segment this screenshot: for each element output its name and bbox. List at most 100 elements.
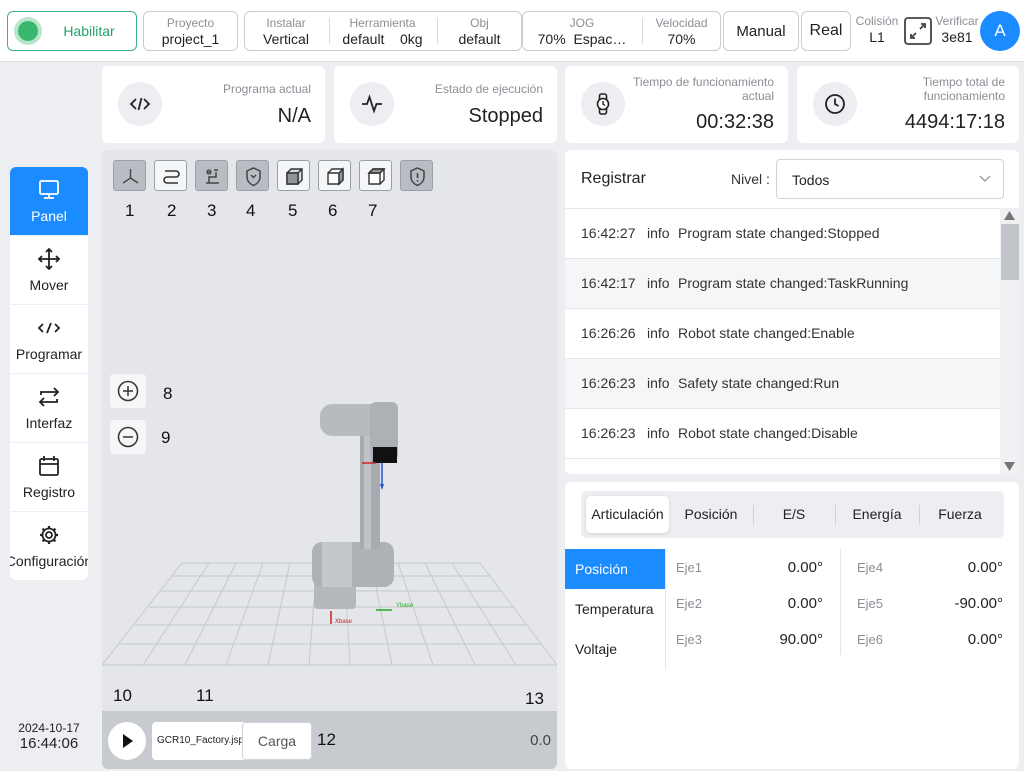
sidebar-item-move[interactable]: Mover <box>10 236 88 305</box>
real-mode-label: Real <box>809 22 843 39</box>
sidebar-item-label: Panel <box>31 208 67 224</box>
enable-button[interactable]: Habilitar <box>7 11 137 51</box>
joint-value: 0.00° <box>787 595 823 612</box>
marker-4: 4 <box>246 201 256 220</box>
program-value: N/A <box>277 105 311 127</box>
shield-icon <box>246 167 261 187</box>
robot-3d-viewer[interactable]: 1 2 3 4 5 6 7 8 9 Ybase Xbase 10 11 13 G… <box>102 150 557 769</box>
sidebar-item-settings[interactable]: Configuración <box>10 512 88 580</box>
install-selector[interactable]: Instalar Vertical <box>245 12 327 50</box>
marker-10: 10 <box>113 686 132 705</box>
avatar[interactable]: A <box>980 11 1020 51</box>
jog-title: JOG <box>569 16 595 30</box>
verify-code[interactable]: Verificar 3e81 <box>934 14 980 45</box>
swap-icon <box>38 387 60 407</box>
verify-value: 3e81 <box>941 29 973 45</box>
runtime-card: Tiempo de funcionamiento actual 00:32:38 <box>565 66 788 143</box>
code-icon <box>37 322 61 334</box>
view-side-button[interactable] <box>318 160 351 191</box>
sidebar-item-label: Interfaz <box>25 415 73 431</box>
obj-title: Obj <box>470 16 489 30</box>
joint-label: Eje1 <box>676 560 703 575</box>
manual-mode-button[interactable]: Manual <box>723 11 799 51</box>
joint-label: Eje3 <box>676 632 703 647</box>
chevron-down-icon <box>979 175 991 182</box>
subtab-position[interactable]: Posición <box>565 549 665 589</box>
tool-selector[interactable]: Herramienta default 0kg <box>330 12 435 50</box>
sidebar-item-interface[interactable]: Interfaz <box>10 374 88 443</box>
log-level: info <box>647 225 670 241</box>
log-message: Robot state changed:Disable <box>678 425 858 441</box>
sidebar-item-program[interactable]: Programar <box>10 305 88 374</box>
move-icon <box>37 248 61 270</box>
robot-scene[interactable]: Ybase Xbase <box>102 380 557 680</box>
jog-selector[interactable]: JOG 70% Espac… <box>523 12 641 50</box>
log-scroll-thumb[interactable] <box>1001 224 1019 280</box>
tab-energy[interactable]: Energía <box>836 496 918 533</box>
view-robot-button[interactable] <box>195 160 228 191</box>
divider <box>665 549 666 669</box>
joint-value: 0.00° <box>967 559 1003 576</box>
level-select[interactable]: Todos <box>776 159 1004 199</box>
level-label: Nivel : <box>731 171 770 187</box>
clock-icon <box>813 82 857 126</box>
collision-level[interactable]: Colisión L1 <box>853 14 901 45</box>
real-mode-button[interactable]: Real <box>801 11 851 51</box>
program-card: Programa actual N/A <box>102 66 325 143</box>
tab-io[interactable]: E/S <box>754 496 834 533</box>
jog-percent: 70% <box>537 31 566 47</box>
speed-selector[interactable]: Velocidad 70% <box>643 12 720 50</box>
jog-value: 70% Espac… <box>523 31 641 47</box>
sidebar-item-log[interactable]: Registro <box>10 443 88 512</box>
view-top-button[interactable] <box>359 160 392 191</box>
level-select-value: Todos <box>792 172 830 188</box>
joint-label: Eje6 <box>857 632 884 647</box>
shield-alert-icon <box>410 167 425 187</box>
exec-state-value: Stopped <box>468 105 543 127</box>
subtab-voltage[interactable]: Voltaje <box>565 629 665 669</box>
total-runtime-value: 4494:17:18 <box>904 111 1005 133</box>
runtime-title: Tiempo de funcionamiento actual <box>633 75 774 103</box>
play-icon <box>123 734 133 748</box>
program-title: Programa actual <box>222 82 311 96</box>
collision-value: L1 <box>869 29 885 45</box>
view-front-button[interactable] <box>277 160 310 191</box>
joint-value: 0.00° <box>967 631 1003 648</box>
tab-force[interactable]: Fuerza <box>920 496 1000 533</box>
view-alert-button[interactable] <box>400 160 433 191</box>
play-button[interactable] <box>108 722 146 760</box>
log-time: 16:26:23 <box>581 375 636 391</box>
view-safety-button[interactable] <box>236 160 269 191</box>
marker-7: 7 <box>368 201 378 220</box>
robot-arm-icon <box>206 169 219 184</box>
expand-icon[interactable] <box>904 17 932 45</box>
jog-space: Espac… <box>573 31 627 47</box>
enable-label: Habilitar <box>63 23 115 39</box>
subtab-temperature[interactable]: Temperatura <box>565 589 665 629</box>
load-button[interactable]: Carga <box>242 722 312 760</box>
log-level: info <box>647 275 670 291</box>
marker-6: 6 <box>328 201 338 220</box>
view-path-button[interactable] <box>154 160 187 191</box>
obj-selector[interactable]: Obj default <box>438 12 521 50</box>
tab-position[interactable]: Posición <box>670 496 752 533</box>
tab-joint[interactable]: Articulación <box>586 496 669 533</box>
progress-value: 0.0 <box>530 732 551 749</box>
speed-value: 70% <box>667 31 696 47</box>
log-row: 16:42:27 info Program state changed:Stop… <box>565 208 1000 258</box>
y-axis-label: Ybase <box>396 603 414 609</box>
project-selector[interactable]: Proyecto project_1 <box>143 11 238 51</box>
jog-speed-group: JOG 70% Espac… Velocidad 70% <box>522 11 721 51</box>
log-time: 16:26:23 <box>581 425 636 441</box>
marker-11: 11 <box>196 686 214 705</box>
log-level: info <box>647 375 670 391</box>
log-message: Robot state changed:Enable <box>678 325 855 341</box>
view-axes-button[interactable] <box>113 160 146 191</box>
current-time: 16:44:06 <box>19 735 79 752</box>
sidebar: Panel Mover Programar Interfaz Registro … <box>10 167 88 580</box>
sidebar-item-panel[interactable]: Panel <box>10 167 88 236</box>
cube-side-icon <box>327 167 344 186</box>
joint-panel: Articulación Posición E/S Energía Fuerza… <box>565 482 1019 769</box>
exec-state-title: Estado de ejecución <box>434 82 543 96</box>
project-title: Proyecto <box>166 16 215 30</box>
